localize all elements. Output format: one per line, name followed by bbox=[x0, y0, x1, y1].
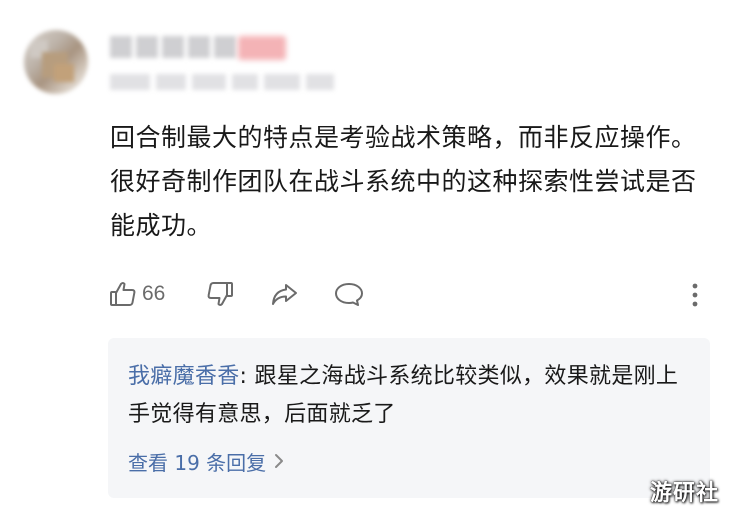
comment-bubble-icon bbox=[335, 283, 364, 306]
like-button[interactable]: 66 bbox=[108, 279, 165, 309]
watermark: 游研社 bbox=[649, 481, 719, 506]
reply-button[interactable] bbox=[333, 279, 365, 309]
chevron-right-icon bbox=[275, 454, 284, 468]
comment-card: 回合制最大的特点是考验战术策略，而非反应操作。很好奇制作团队在战斗系统中的这种探… bbox=[0, 0, 733, 519]
reply-text-block: 我癖魔香香: 跟星之海战斗系统比较类似，效果就是刚上手觉得有意思，后面就乏了 bbox=[128, 358, 688, 434]
like-count: 66 bbox=[142, 282, 166, 305]
user-badge-blurred bbox=[238, 36, 286, 60]
reply-preview[interactable]: 我癖魔香香: 跟星之海战斗系统比较类似，效果就是刚上手觉得有意思，后面就乏了 查… bbox=[108, 338, 710, 498]
dislike-button[interactable] bbox=[205, 279, 235, 309]
share-icon bbox=[272, 284, 298, 305]
view-replies-label: 查看 19 条回复 bbox=[128, 450, 267, 475]
reply-separator: : bbox=[239, 364, 255, 389]
comment-text: 回合制最大的特点是考验战术策略，而非反应操作。很好奇制作团队在战斗系统中的这种探… bbox=[110, 123, 697, 240]
thumbs-up-icon bbox=[110, 282, 136, 306]
reply-author[interactable]: 我癖魔香香 bbox=[128, 364, 240, 389]
action-bar: 66 bbox=[108, 278, 393, 310]
more-vertical-icon[interactable] bbox=[688, 282, 702, 310]
thumbs-down-icon bbox=[207, 282, 234, 306]
username-blurred[interactable] bbox=[110, 36, 236, 60]
view-replies-link[interactable]: 查看 19 条回复 bbox=[128, 446, 284, 476]
comment-meta-blurred bbox=[110, 74, 334, 92]
avatar[interactable] bbox=[24, 30, 88, 94]
share-button[interactable] bbox=[269, 279, 299, 309]
